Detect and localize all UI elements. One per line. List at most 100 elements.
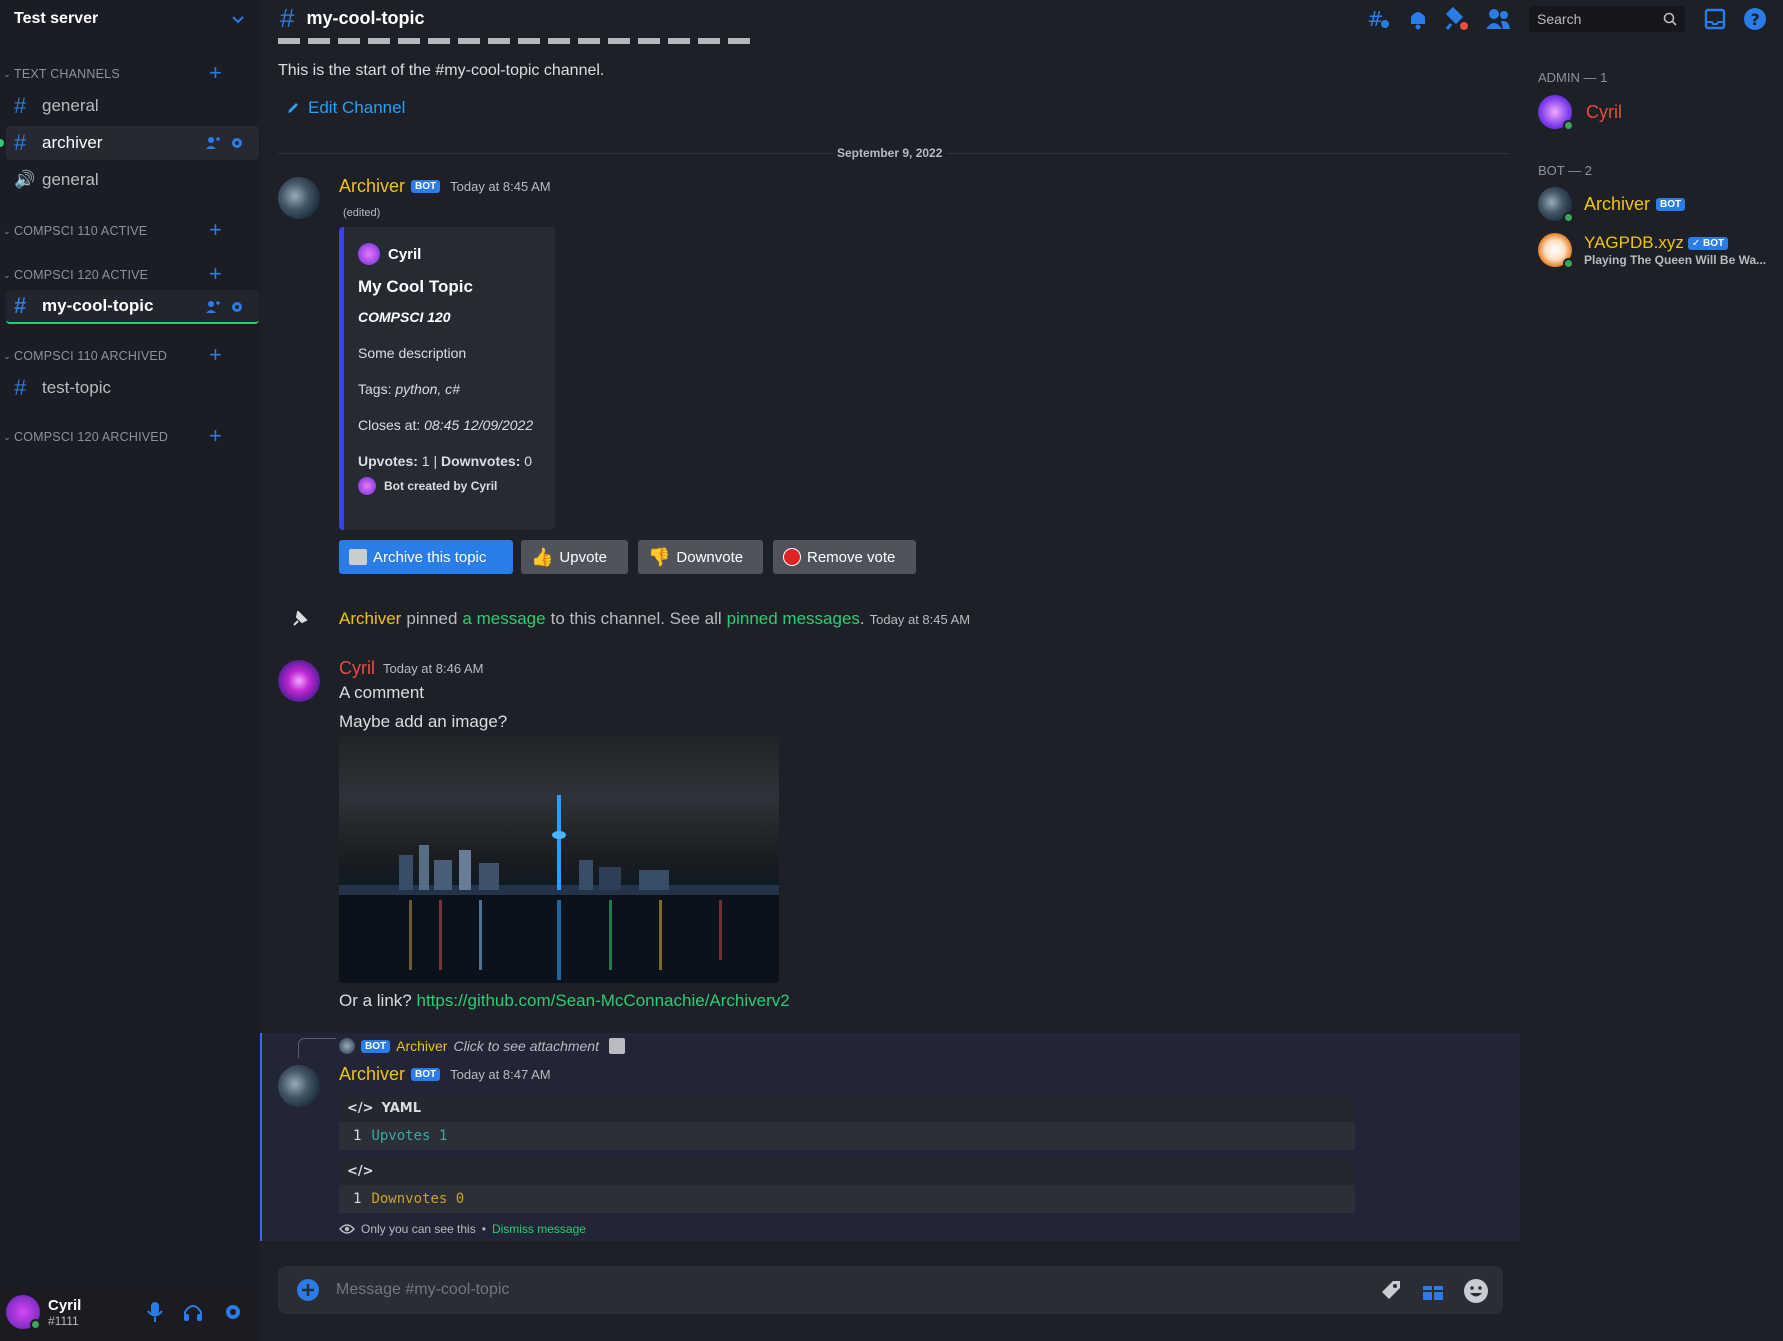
avatar — [1538, 95, 1574, 131]
red-circle-icon — [783, 548, 801, 566]
member-item[interactable]: Archiver BOT — [1538, 187, 1686, 223]
ephemeral-note: Only you can see this • Dismiss message — [339, 1222, 586, 1236]
svg-text:?: ? — [1751, 10, 1760, 29]
avatar — [358, 477, 376, 495]
sidebar-item-voice-general[interactable]: 🔊 general — [6, 163, 259, 197]
sidebar-item-test-topic[interactable]: # test-topic — [6, 371, 259, 405]
category-text-channels[interactable]: ⌄ TEXT CHANNELS + — [0, 62, 260, 84]
avatar[interactable] — [6, 1295, 41, 1330]
channel-title: my-cool-topic — [306, 8, 425, 28]
archive-box-icon — [349, 549, 367, 565]
author-name[interactable]: Cyril — [339, 658, 375, 679]
invite-icon[interactable] — [205, 135, 221, 151]
gift-icon[interactable] — [1421, 1278, 1445, 1302]
member-name: YAGPDB.xyz — [1584, 233, 1684, 252]
edited-label: (edited) — [343, 207, 381, 219]
avatar[interactable] — [278, 177, 320, 219]
pencil-icon — [288, 103, 298, 113]
archive-topic-button[interactable]: Archive this topic — [339, 540, 513, 574]
code-icon: </> — [347, 1101, 374, 1116]
pinned-messages-link[interactable]: pinned messages — [727, 609, 860, 629]
add-channel-icon[interactable]: + — [209, 219, 222, 241]
bell-icon[interactable] — [1407, 7, 1429, 31]
user-name: Cyril — [48, 1296, 82, 1314]
avatar — [1538, 187, 1574, 223]
avatar — [1538, 233, 1574, 269]
search-input[interactable]: Search — [1529, 5, 1685, 32]
github-link[interactable]: https://github.com/Sean-McConnachie/Arch… — [416, 991, 789, 1010]
hash-icon: # — [14, 375, 27, 400]
channel-sidebar: Test server ⌄ TEXT CHANNELS + # general … — [0, 0, 260, 1341]
embed-author: Cyril — [358, 243, 541, 265]
category-compsci-110-active[interactable]: ⌄ COMPSCI 110 ACTIVE + — [0, 219, 260, 241]
downvote-button[interactable]: 👎 Downvote — [638, 540, 763, 574]
emoji-icon[interactable] — [1463, 1278, 1489, 1304]
embed-footer: Bot created by Cyril — [358, 477, 541, 495]
add-channel-icon[interactable]: + — [209, 62, 222, 84]
member-name: Archiver — [1584, 193, 1651, 214]
member-item[interactable]: Cyril — [1538, 95, 1622, 131]
code-block-header: </> YAML — [347, 1101, 421, 1116]
members-icon[interactable] — [1485, 7, 1511, 31]
add-channel-icon[interactable]: + — [209, 263, 222, 285]
verified-bot-badge: ✓ BOT — [1687, 236, 1729, 250]
category-compsci-120-archived[interactable]: ⌄ COMPSCI 120 ARCHIVED + — [0, 425, 260, 447]
message-link[interactable]: a message — [462, 609, 545, 629]
dismiss-message-link[interactable]: Dismiss message — [492, 1222, 586, 1236]
message-composer[interactable]: Message #my-cool-topic — [278, 1266, 1503, 1314]
invite-icon[interactable] — [205, 299, 221, 315]
category-compsci-120-active[interactable]: ⌄ COMPSCI 120 ACTIVE + — [0, 263, 260, 285]
message-text: A comment — [339, 683, 425, 702]
add-channel-icon[interactable]: + — [209, 344, 222, 366]
unread-indicator — [0, 139, 4, 147]
embed-tags: Tags: python, c# — [358, 381, 460, 397]
scrolled-heading — [278, 38, 758, 46]
embed-title: My Cool Topic — [358, 277, 473, 296]
hash-icon: # — [14, 130, 27, 155]
timestamp: Today at 8:46 AM — [383, 661, 484, 676]
inbox-icon[interactable] — [1703, 7, 1727, 31]
sidebar-item-general[interactable]: # general — [6, 89, 259, 123]
author-name[interactable]: Archiver — [339, 1064, 405, 1085]
author-name[interactable]: Archiver — [339, 609, 401, 629]
add-attachment-icon[interactable] — [296, 1278, 320, 1302]
pin-icon[interactable] — [1445, 6, 1469, 31]
headphones-icon[interactable] — [182, 1301, 204, 1323]
remove-vote-button[interactable]: Remove vote — [773, 540, 916, 574]
city-night-image[interactable] — [339, 735, 779, 983]
message-input[interactable]: Message #my-cool-topic — [336, 1281, 509, 1299]
gear-icon[interactable] — [229, 299, 245, 315]
category-compsci-110-archived[interactable]: ⌄ COMPSCI 110 ARCHIVED + — [0, 344, 260, 366]
thumbs-down-icon: 👎 — [648, 546, 671, 567]
avatar[interactable] — [278, 1065, 320, 1107]
author-name[interactable]: Archiver — [339, 176, 405, 197]
online-status-icon — [1563, 120, 1574, 131]
threads-icon[interactable]: # — [1365, 7, 1391, 31]
sidebar-item-my-cool-topic[interactable]: # my-cool-topic — [6, 290, 259, 324]
channel-header: # my-cool-topic # Search ? — [260, 0, 1783, 37]
avatar[interactable] — [278, 660, 320, 702]
edit-channel-link[interactable]: Edit Channel — [286, 98, 405, 118]
code-block-yaml: </> YAML 1 Upvotes 1 — [339, 1095, 1355, 1150]
speaker-icon: 🔊 — [14, 170, 36, 189]
skyline-illustration — [339, 795, 779, 983]
caret-icon: ⌄ — [3, 431, 11, 442]
member-item[interactable]: YAGPDB.xyz ✓ BOT Playing The Queen Will … — [1538, 233, 1766, 269]
hash-icon: # — [280, 3, 295, 33]
sidebar-item-archiver[interactable]: # archiver — [6, 126, 259, 160]
upvote-button[interactable]: 👍 Upvote — [521, 540, 628, 574]
settings-gear-icon[interactable] — [222, 1301, 244, 1323]
code-line: 1 Downvotes 0 — [339, 1185, 1355, 1213]
code-line: 1 Upvotes 1 — [339, 1122, 1355, 1150]
thumbs-up-icon: 👍 — [531, 546, 554, 567]
microphone-icon[interactable] — [146, 1301, 164, 1323]
gear-icon[interactable] — [229, 135, 245, 151]
message-header: Archiver BOT Today at 8:47 AM — [339, 1064, 551, 1085]
add-channel-icon[interactable]: + — [209, 425, 222, 447]
rocket-icon[interactable] — [1379, 1278, 1403, 1302]
reply-preview[interactable]: BOT Archiver Click to see attachment — [339, 1038, 625, 1054]
caret-icon: ⌄ — [3, 350, 11, 361]
help-icon[interactable]: ? — [1743, 7, 1767, 31]
server-header[interactable]: Test server — [0, 0, 260, 37]
member-name: Cyril — [1586, 101, 1622, 122]
